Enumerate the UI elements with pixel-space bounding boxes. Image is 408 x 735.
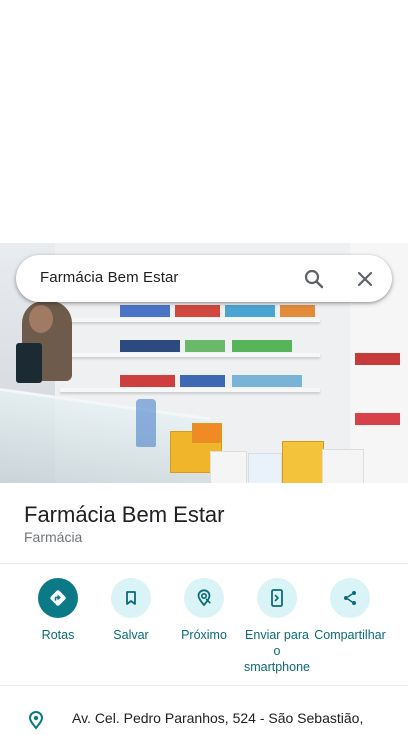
share-button[interactable]: Compartilhar (313, 578, 387, 643)
send-to-phone-icon (257, 578, 297, 618)
directions-button[interactable]: Rotas (21, 578, 95, 643)
map-area-blank (0, 0, 408, 243)
save-label: Salvar (113, 628, 149, 642)
search-input[interactable]: Farmácia Bem Estar (40, 269, 179, 286)
divider (0, 685, 408, 686)
directions-label: Rotas (41, 628, 75, 642)
share-label: Compartilhar (314, 628, 386, 642)
send-to-phone-label: Enviar para o smartphone (243, 628, 310, 674)
close-icon[interactable] (353, 267, 377, 291)
nearby-label: Próximo (181, 628, 227, 642)
search-icon[interactable] (302, 267, 326, 291)
place-category[interactable]: Farmácia (24, 529, 82, 545)
bookmark-icon (111, 578, 151, 618)
directions-icon (38, 578, 78, 618)
address-text[interactable]: Av. Cel. Pedro Paranhos, 524 - São Sebas… (72, 710, 363, 726)
place-title: Farmácia Bem Estar (24, 502, 225, 527)
location-pin-icon (26, 710, 46, 730)
nearby-button[interactable]: Próximo (167, 578, 241, 643)
save-button[interactable]: Salvar (94, 578, 168, 643)
share-icon (330, 578, 370, 618)
search-bar[interactable]: Farmácia Bem Estar (16, 255, 392, 302)
nearby-icon (184, 578, 224, 618)
divider (0, 563, 408, 564)
send-to-phone-button[interactable]: Enviar para o smartphone (240, 578, 314, 675)
